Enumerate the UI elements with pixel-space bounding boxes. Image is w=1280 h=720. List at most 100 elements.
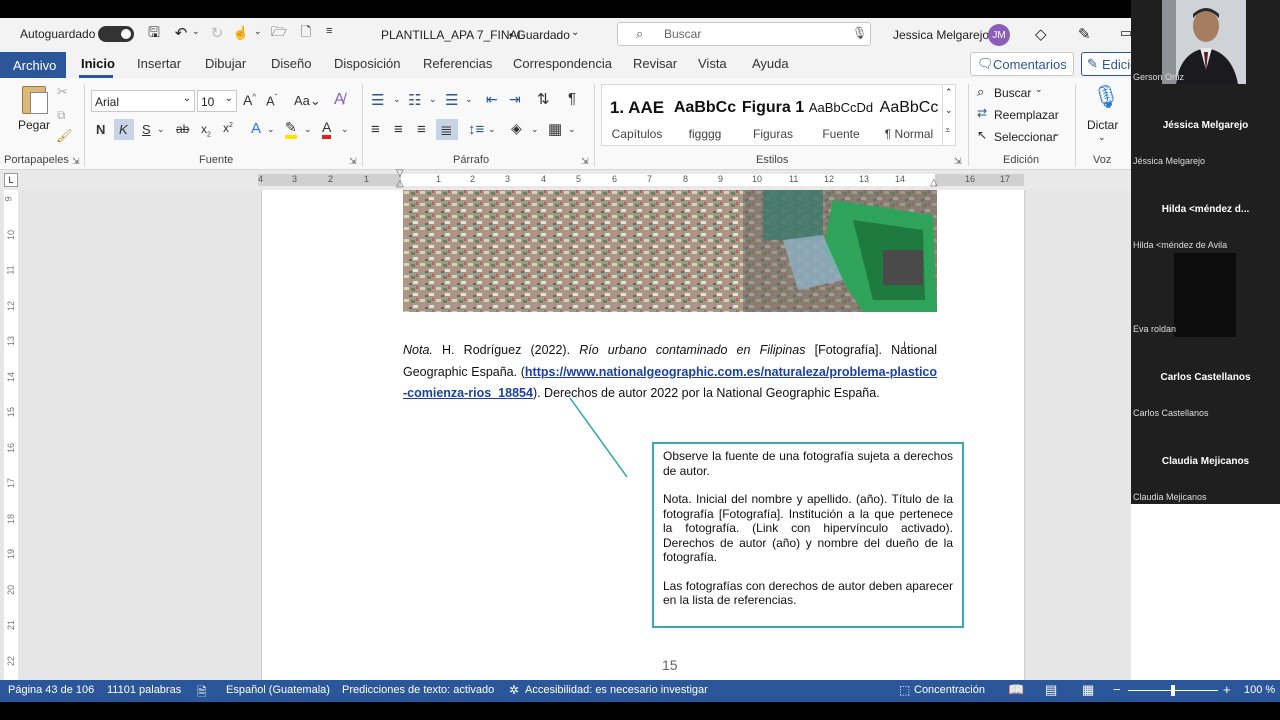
chevron-down-icon[interactable]: ⌄ [254, 26, 262, 37]
open-folder-icon[interactable]: 🗁 [270, 24, 288, 43]
text-predictions-status[interactable]: Predicciones de texto: activado [342, 684, 494, 696]
font-color-icon[interactable]: A [322, 119, 332, 139]
increase-indent-icon[interactable]: ⇥ [509, 91, 521, 108]
tab-mailings[interactable]: Correspondencia [513, 56, 612, 71]
chevron-down-icon[interactable]: ⌄ [488, 124, 496, 135]
clear-formatting-icon[interactable]: A̸ [334, 91, 345, 109]
redo-icon[interactable]: ↻ [208, 24, 226, 42]
print-layout-icon[interactable]: ▤ [1045, 682, 1057, 698]
word-count[interactable]: 11101 palabras [107, 684, 181, 696]
chevron-down-icon[interactable]: ⌄ [945, 105, 953, 116]
font-size-select[interactable]: 10 ⌄ [197, 90, 237, 112]
document-page[interactable]: Nota. H. Rodríguez (2022). Río urbano co… [261, 190, 1025, 680]
language-status[interactable]: Español (Guatemala) [226, 684, 330, 696]
document-title[interactable]: PLANTILLA_APA 7_FINAL [381, 28, 524, 42]
highlight-icon[interactable]: ✎ [285, 119, 297, 139]
chevron-down-icon[interactable]: ⌄ [568, 124, 576, 135]
search-box[interactable]: ⌕ Buscar 🎙 [617, 22, 871, 46]
shading-icon[interactable]: ◈ [511, 120, 522, 137]
zoom-level[interactable]: 100 % [1244, 684, 1275, 696]
tab-layout[interactable]: Disposición [334, 56, 400, 71]
dialog-launcher-icon[interactable]: ⇲ [72, 156, 80, 167]
show-formatting-icon[interactable]: ¶ [568, 90, 576, 107]
horizontal-ruler[interactable] [258, 174, 1024, 186]
sort-icon[interactable]: ⇅ [537, 90, 550, 108]
chevron-down-icon[interactable]: ⌄ [157, 124, 165, 135]
read-mode-icon[interactable]: 📖 [1008, 682, 1024, 698]
more-styles-icon[interactable]: ⩡ [945, 125, 950, 136]
chevron-down-icon[interactable]: ⌄ [531, 124, 539, 135]
autosave-toggle[interactable] [98, 26, 134, 42]
dictate-button[interactable]: 🎙 Dictar ⌄ [1083, 84, 1121, 146]
tab-design[interactable]: Diseño [271, 56, 311, 71]
dialog-launcher-icon[interactable]: ⇲ [954, 156, 962, 167]
subscript-icon[interactable]: x2 [201, 122, 211, 138]
callout-box[interactable]: Observe la fuente de una fotografía suje… [652, 442, 964, 628]
text-effects-icon[interactable]: A [251, 120, 261, 137]
accessibility-status[interactable]: Accesibilidad: es necesario investigar [525, 684, 708, 696]
comments-button[interactable]: 🗨 Comentarios [970, 52, 1074, 76]
style-item-capitulos[interactable]: 1. AAE Capítulos [604, 95, 670, 145]
superscript-icon[interactable]: x2 [223, 121, 233, 135]
diamond-icon[interactable]: ◇ [1035, 25, 1047, 43]
tab-review[interactable]: Revisar [633, 56, 677, 71]
microphone-icon[interactable]: 🎙 [852, 26, 867, 40]
replace-button[interactable]: ⇄ Reemplazar [977, 106, 1067, 124]
tab-home[interactable]: Inicio [81, 56, 115, 71]
tab-view[interactable]: Vista [698, 56, 727, 71]
multilevel-list-icon[interactable]: ☰ [445, 91, 458, 109]
italic-button[interactable]: K [119, 122, 128, 137]
customize-toolbar-icon[interactable]: ≡ [326, 25, 332, 37]
web-layout-icon[interactable]: ▦ [1082, 682, 1094, 698]
zoom-in-icon[interactable]: + [1223, 682, 1231, 697]
align-left-icon[interactable]: ≡ [371, 121, 380, 138]
avatar[interactable]: JM [988, 24, 1010, 46]
strikethrough-icon[interactable]: ab [176, 122, 189, 136]
chevron-down-icon[interactable]: ⌄ [393, 94, 401, 105]
bold-button[interactable]: N [96, 122, 105, 137]
shrink-font-icon[interactable]: Aˇ [266, 93, 277, 108]
undo-icon[interactable]: ↶ [172, 24, 190, 42]
numbering-icon[interactable]: ☷ [408, 91, 421, 109]
bullets-icon[interactable]: ☰ [371, 91, 384, 109]
tab-file[interactable]: Archivo [0, 52, 66, 78]
change-case-icon[interactable]: Aa⌄ [294, 93, 321, 109]
figure-note[interactable]: Nota. H. Rodríguez (2022). Río urbano co… [403, 340, 937, 405]
hanging-indent-marker[interactable]: △ [396, 178, 404, 189]
chevron-down-icon[interactable]: ⌄ [192, 26, 200, 37]
grow-font-icon[interactable]: A^ [243, 92, 256, 108]
chevron-down-icon[interactable]: ⌄ [571, 27, 579, 38]
new-document-icon[interactable]: 🗋 [298, 24, 314, 43]
chevron-down-icon[interactable]: ⌄ [465, 94, 473, 105]
format-painter-icon[interactable]: 🖌 [56, 128, 73, 144]
line-spacing-icon[interactable]: ↕≡ [468, 121, 484, 138]
chevron-up-icon[interactable]: ⌃ [945, 87, 953, 98]
user-name[interactable]: Jessica Melgarejo [893, 28, 989, 42]
align-right-icon[interactable]: ≡ [417, 121, 426, 138]
style-item-figggg[interactable]: AaBbCc figggg [672, 95, 738, 145]
right-indent-marker[interactable]: △ [930, 177, 938, 188]
font-name-select[interactable]: Arial ⌄ [91, 90, 195, 112]
pen-icon[interactable]: ✎ [1078, 25, 1091, 43]
figure-photo[interactable] [403, 190, 937, 312]
tab-references[interactable]: Referencias [423, 56, 492, 71]
page-count[interactable]: Página 43 de 106 [8, 684, 94, 696]
chevron-down-icon[interactable]: ⌄ [341, 124, 349, 135]
chevron-down-icon[interactable]: ⌄ [267, 124, 275, 135]
style-item-normal[interactable]: AaBbCc ¶ Normal [876, 95, 942, 145]
tab-selector[interactable]: L [4, 173, 18, 187]
dialog-launcher-icon[interactable]: ⇲ [581, 156, 589, 167]
copy-icon[interactable]: ⧉ [57, 108, 66, 123]
style-item-fuente[interactable]: AaBbCcDd Fuente [808, 95, 874, 145]
tab-insert[interactable]: Insertar [137, 56, 181, 71]
align-center-icon[interactable]: ≡ [394, 121, 403, 138]
zoom-out-icon[interactable]: − [1113, 682, 1121, 697]
justify-icon[interactable]: ≣ [440, 121, 453, 139]
chevron-down-icon[interactable]: ⌄ [304, 124, 312, 135]
paste-button[interactable]: Pegar [14, 84, 54, 140]
proofing-icon[interactable]: 🗎 [197, 683, 207, 704]
cut-icon[interactable]: ✂ [57, 84, 68, 100]
select-button[interactable]: ↖ Seleccionar ⌄ [977, 128, 1067, 146]
focus-mode-button[interactable]: Concentración [914, 684, 985, 696]
save-icon[interactable]: 🖫 [145, 24, 163, 43]
